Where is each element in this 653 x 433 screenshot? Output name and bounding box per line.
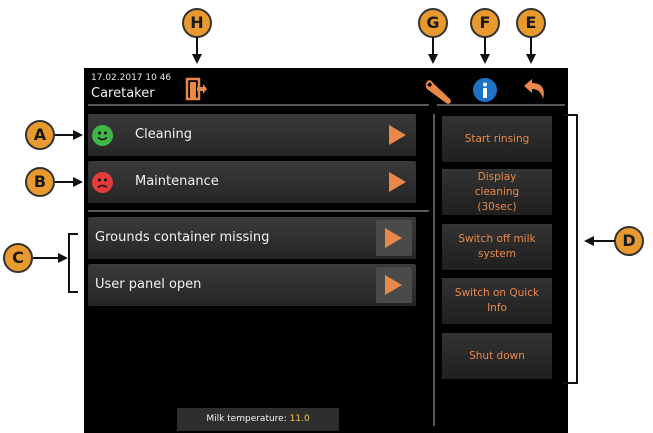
callout-arrowhead — [428, 54, 438, 64]
callout-pointer — [484, 37, 486, 55]
button-label: Switch off milk system — [458, 233, 536, 260]
callout-g: G — [418, 8, 448, 38]
callout-b: B — [25, 167, 55, 197]
callout-bracket — [562, 114, 578, 384]
section-divider — [88, 210, 429, 212]
display-cleaning-button[interactable]: Display cleaning (30sec) — [442, 169, 552, 215]
play-arrow-icon — [389, 125, 406, 145]
callout-pointer — [196, 37, 198, 55]
callout-pointer — [530, 37, 532, 55]
page-title: Caretaker — [91, 86, 155, 101]
switch-off-milk-button[interactable]: Switch off milk system — [442, 224, 552, 270]
info-icon[interactable] — [472, 77, 498, 103]
message-label: User panel open — [95, 277, 202, 292]
column-divider — [433, 114, 435, 426]
header-divider — [88, 104, 429, 106]
callout-arrowhead — [73, 130, 83, 140]
sad-face-icon — [92, 172, 113, 193]
callout-d: D — [614, 226, 644, 256]
header-divider-right — [437, 104, 565, 106]
menu-item-cleaning[interactable]: Cleaning — [88, 114, 416, 156]
callout-e: E — [516, 8, 546, 38]
callout-f: F — [470, 8, 500, 38]
callout-arrowhead — [584, 236, 594, 246]
milk-temperature-label: Milk temperature: — [206, 414, 287, 424]
message-label: Grounds container missing — [95, 230, 270, 245]
callout-arrowhead — [480, 54, 490, 64]
message-action-button[interactable] — [376, 220, 412, 256]
callout-bracket — [68, 233, 78, 293]
callout-arrowhead — [73, 177, 83, 187]
callout-h: H — [182, 8, 212, 38]
callout-arrowhead — [58, 253, 68, 263]
door-exit-icon[interactable] — [184, 77, 208, 101]
button-label: Switch on Quick Info — [454, 287, 540, 314]
play-arrow-icon — [389, 172, 406, 192]
message-grounds-container[interactable]: Grounds container missing — [88, 217, 416, 259]
menu-item-maintenance[interactable]: Maintenance — [88, 161, 416, 203]
shut-down-button[interactable]: Shut down — [442, 333, 552, 379]
datetime: 17.02.2017 10 46 — [91, 73, 172, 83]
menu-item-label: Cleaning — [135, 127, 192, 142]
milk-temperature-status: Milk temperature: 11.0 — [177, 408, 339, 431]
message-user-panel[interactable]: User panel open — [88, 264, 416, 306]
wrench-icon[interactable] — [423, 77, 455, 105]
button-label: Shut down — [469, 349, 525, 362]
start-rinsing-button[interactable]: Start rinsing — [442, 116, 552, 162]
menu-item-label: Maintenance — [135, 174, 219, 189]
callout-pointer — [432, 37, 434, 55]
milk-temperature-value: 11.0 — [289, 414, 310, 424]
switch-on-quick-info-button[interactable]: Switch on Quick Info — [442, 278, 552, 324]
callout-pointer — [55, 134, 75, 136]
callout-c: C — [3, 243, 33, 273]
back-arrow-icon[interactable] — [521, 77, 549, 103]
message-action-button[interactable] — [376, 267, 412, 303]
happy-face-icon — [92, 125, 113, 146]
button-label: Start rinsing — [464, 132, 530, 145]
callout-arrowhead — [526, 54, 536, 64]
play-arrow-icon — [385, 228, 402, 248]
callout-pointer — [55, 181, 75, 183]
button-label: Display cleaning (30sec) — [474, 170, 520, 213]
callout-arrowhead — [192, 54, 202, 64]
callout-a: A — [25, 120, 55, 150]
play-arrow-icon — [385, 275, 402, 295]
